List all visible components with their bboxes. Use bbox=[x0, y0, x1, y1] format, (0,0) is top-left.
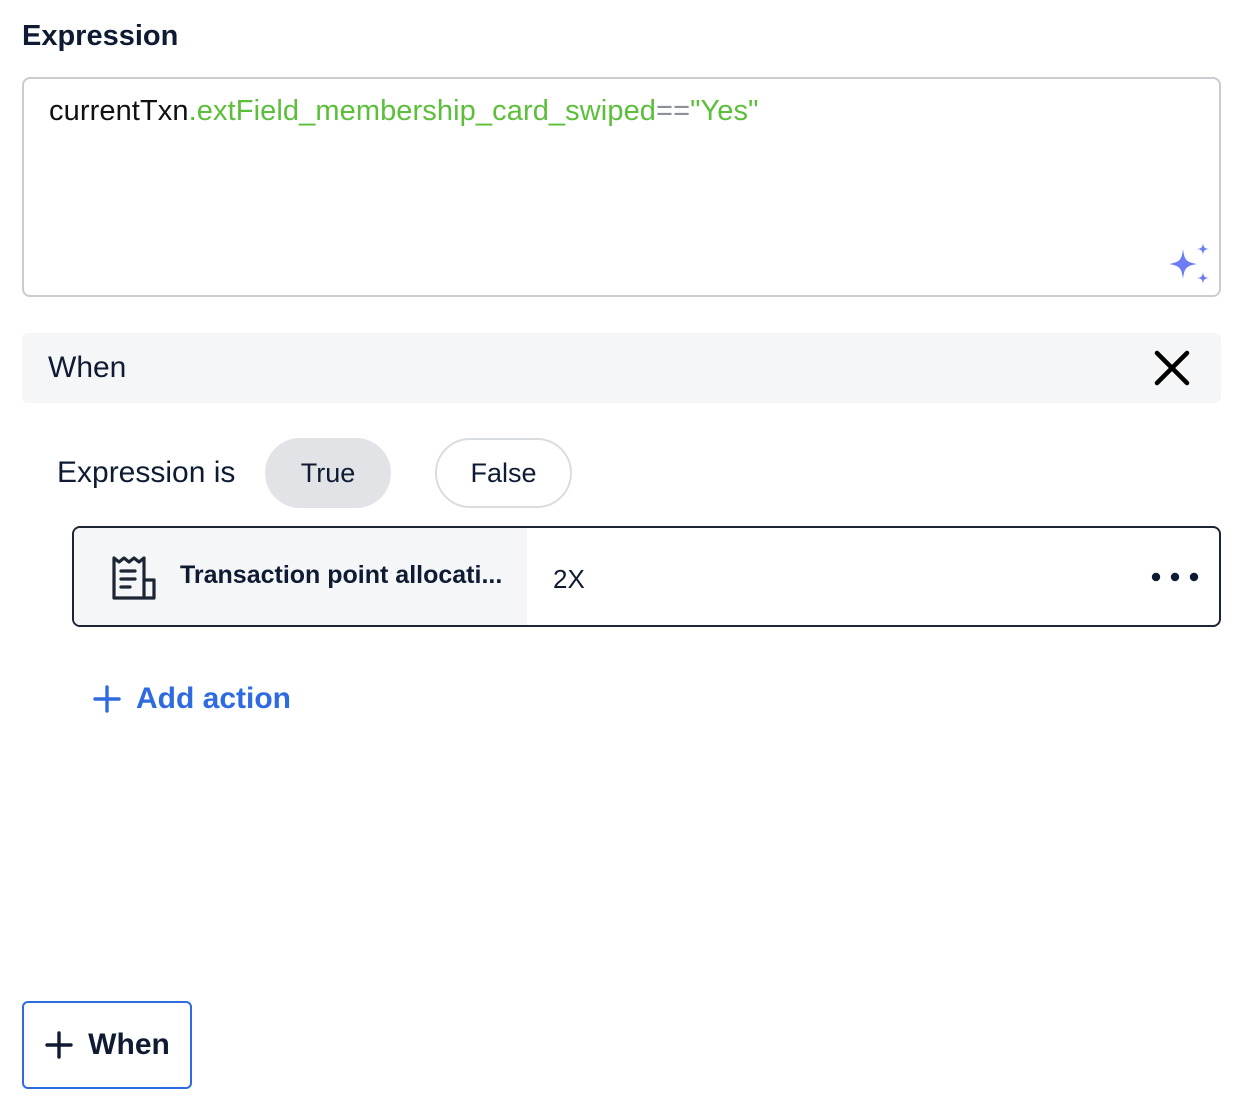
action-value: 2X bbox=[553, 564, 585, 594]
when-title: When bbox=[48, 351, 127, 384]
add-when-button[interactable]: When bbox=[22, 1001, 192, 1089]
action-type-cell: Transaction point allocati... bbox=[74, 528, 527, 625]
expression-is-label: Expression is bbox=[57, 456, 236, 489]
sparkle-icon[interactable] bbox=[1163, 241, 1215, 293]
expression-value-token: "Yes" bbox=[690, 95, 759, 127]
action-name: Transaction point allocati... bbox=[180, 561, 503, 589]
add-action-button[interactable]: Add action bbox=[92, 682, 291, 716]
expression-object-token: currentTxn bbox=[49, 95, 189, 127]
when-header: When bbox=[22, 333, 1221, 403]
add-when-label: When bbox=[88, 1028, 170, 1061]
true-option-button[interactable]: True bbox=[265, 438, 391, 508]
close-icon[interactable] bbox=[1153, 349, 1191, 387]
expression-field-token: .extField_membership_card_swiped bbox=[188, 95, 657, 127]
plus-icon bbox=[45, 1031, 73, 1059]
add-action-label: Add action bbox=[136, 682, 291, 715]
expression-operator-token: == bbox=[656, 95, 691, 127]
false-option-button[interactable]: False bbox=[435, 438, 572, 508]
plus-icon bbox=[93, 685, 121, 713]
expression-editor[interactable]: currentTxn.extField_membership_card_swip… bbox=[22, 77, 1221, 297]
rule-editor: Expression currentTxn.extField_membershi… bbox=[0, 0, 1246, 1112]
expression-label: Expression bbox=[22, 20, 179, 52]
receipt-icon bbox=[112, 556, 156, 600]
action-card[interactable]: Transaction point allocati... 2X bbox=[72, 526, 1221, 627]
expression-text[interactable]: currentTxn.extField_membership_card_swip… bbox=[49, 95, 759, 128]
more-horizontal-icon[interactable] bbox=[1149, 564, 1201, 590]
